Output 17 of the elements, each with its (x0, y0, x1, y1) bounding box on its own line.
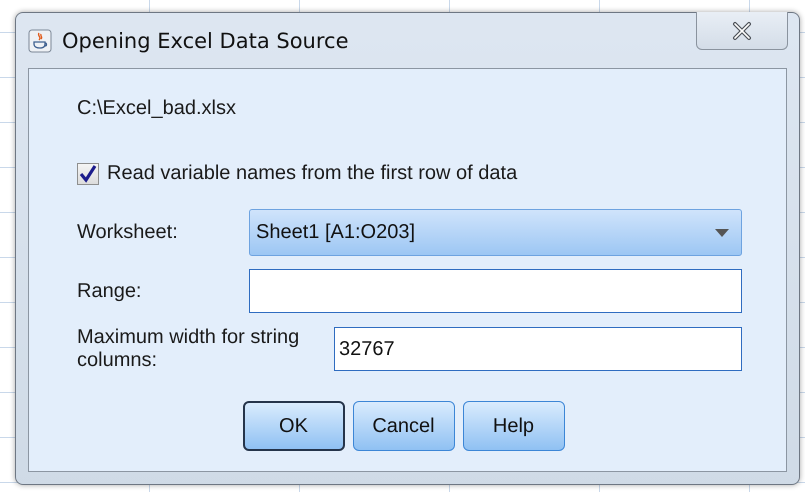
range-label: Range: (77, 280, 142, 302)
dialog-button[interactable]: Help (462, 401, 564, 451)
dialog-button[interactable]: OK (242, 401, 344, 451)
range-field[interactable] (249, 269, 742, 313)
worksheet-dropdown[interactable]: Sheet1 [A1:O203] (249, 209, 742, 256)
max-width-field[interactable]: 32767 (334, 327, 742, 371)
max-width-label: Maximum width for string columns: (77, 326, 300, 372)
close-icon (730, 20, 754, 40)
window-title: Opening Excel Data Source (62, 28, 348, 52)
dialog-button[interactable]: Cancel (352, 401, 454, 451)
coffee-cup-icon (28, 28, 52, 52)
checkbox[interactable] (77, 162, 99, 184)
file-path: C:\Excel_bad.xlsx (77, 97, 237, 120)
checkbox-label: Read variable names from the first row of data (107, 162, 518, 185)
dropdown-arrow-icon (715, 228, 729, 236)
close-button[interactable] (696, 12, 788, 50)
worksheet-label: Worksheet: (77, 221, 179, 244)
